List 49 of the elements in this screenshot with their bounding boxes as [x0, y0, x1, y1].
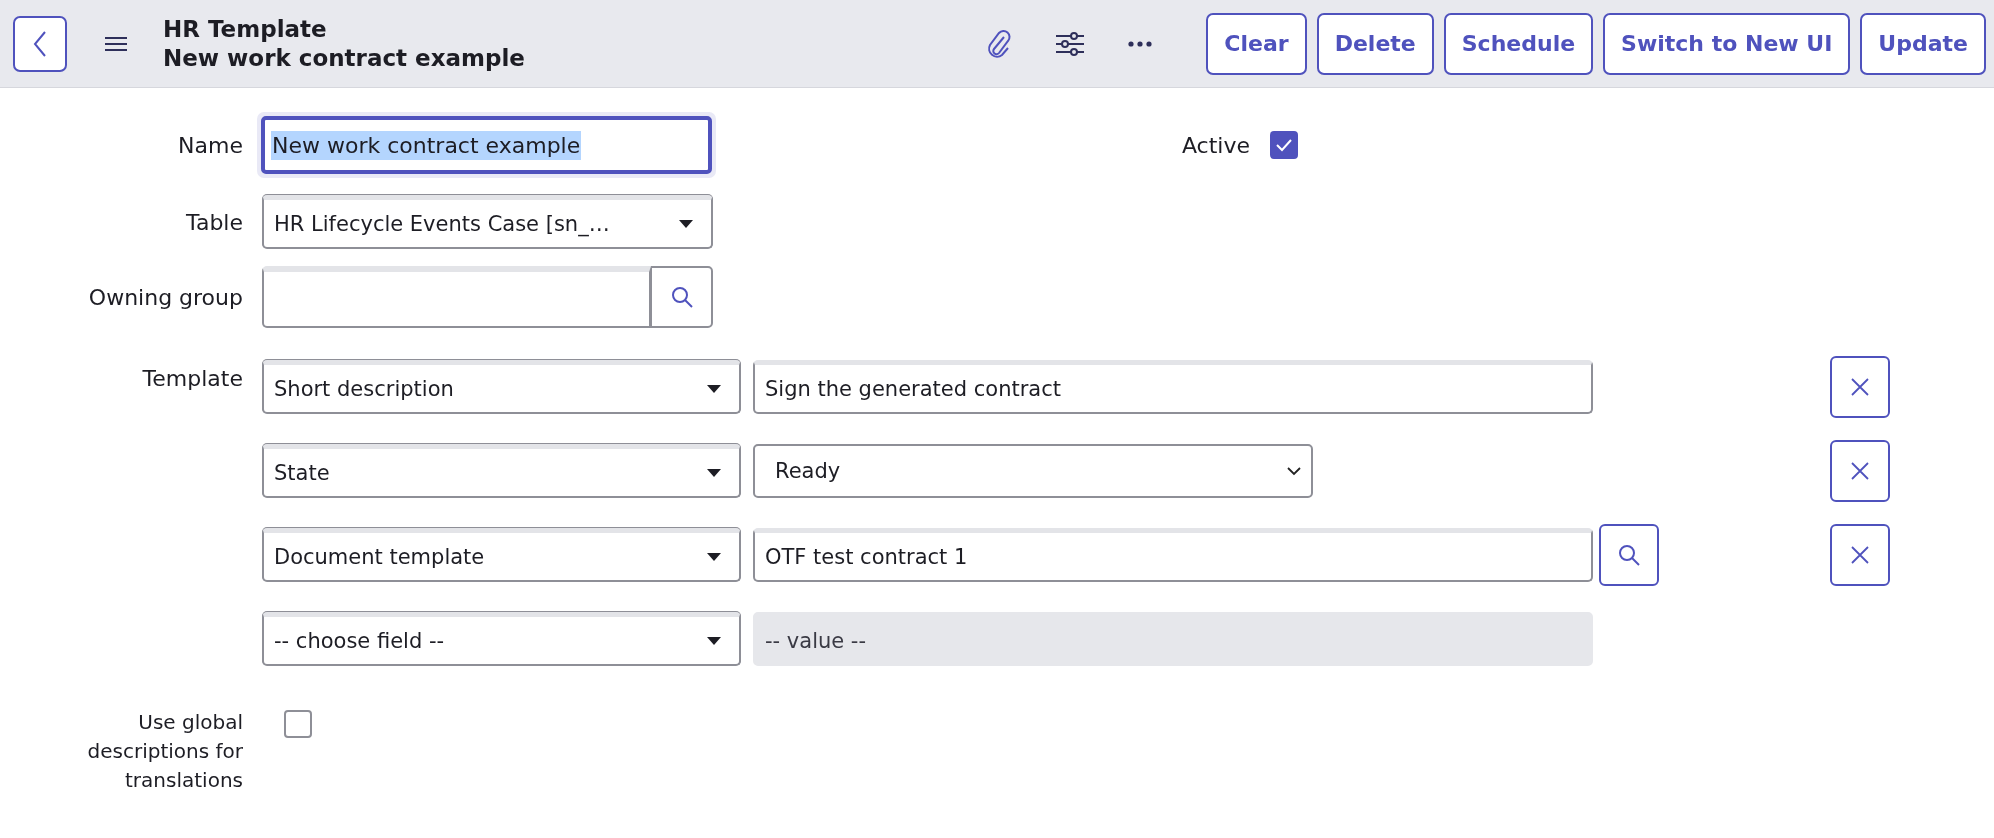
field-label: Use global descriptions for translations	[86, 709, 244, 794]
field-label: Owning group	[87, 284, 244, 310]
value-field: -- value --	[753, 612, 1593, 666]
caret-icon	[679, 219, 693, 228]
value-field[interactable]: OTF test contract 1	[753, 528, 1593, 582]
field-label: Template	[141, 365, 244, 391]
back-button[interactable]	[13, 15, 67, 72]
header-button[interactable]: Clear	[1206, 12, 1307, 75]
chevron-left-icon	[32, 29, 48, 58]
close-icon	[1850, 461, 1870, 481]
search-button[interactable]	[651, 266, 713, 328]
record-type-title: HR Template	[163, 14, 328, 44]
header-button[interactable]: Schedule	[1443, 12, 1594, 75]
close-icon	[1850, 377, 1870, 397]
value-select[interactable]: Ready	[753, 444, 1313, 498]
search-button[interactable]	[1599, 524, 1659, 586]
close-button[interactable]	[1830, 440, 1890, 502]
caret-icon	[707, 636, 721, 645]
field-select[interactable]: Short description	[262, 360, 741, 414]
chevron-down-icon	[1287, 466, 1301, 476]
value-field[interactable]: Sign the generated contract	[753, 360, 1593, 414]
field-select[interactable]: -- choose field --	[262, 612, 741, 666]
field-select[interactable]: Document template	[262, 528, 741, 582]
table-select[interactable]: HR Lifecycle Events Case [sn_…	[262, 195, 713, 249]
close-icon	[1850, 545, 1870, 565]
header-button[interactable]: Update	[1860, 12, 1986, 75]
menu-icon[interactable]	[105, 36, 127, 51]
record-title: New work contract example	[163, 43, 525, 73]
header-button[interactable]: Switch to New UI	[1603, 12, 1851, 75]
paperclip-icon[interactable]	[986, 28, 1013, 59]
field-select[interactable]: State	[262, 444, 741, 498]
search-icon	[669, 285, 694, 309]
field-label: Name	[177, 132, 244, 158]
field-label: Active	[1180, 132, 1250, 158]
field-label: Table	[185, 209, 244, 235]
owning-group-field[interactable]	[262, 266, 651, 328]
active-checkbox[interactable]	[1270, 131, 1298, 159]
caret-icon	[707, 468, 721, 477]
header-button[interactable]: Delete	[1316, 12, 1434, 75]
caret-icon	[707, 552, 721, 561]
search-icon	[1617, 543, 1641, 567]
sliders-icon[interactable]	[1056, 31, 1085, 56]
use-global-checkbox[interactable]	[284, 710, 312, 738]
checkmark-icon	[1275, 138, 1293, 152]
close-button[interactable]	[1830, 356, 1890, 418]
more-icon[interactable]	[1128, 40, 1153, 47]
caret-icon	[707, 384, 721, 393]
name-field[interactable]: New work contract example	[261, 116, 712, 174]
close-button[interactable]	[1830, 524, 1890, 586]
